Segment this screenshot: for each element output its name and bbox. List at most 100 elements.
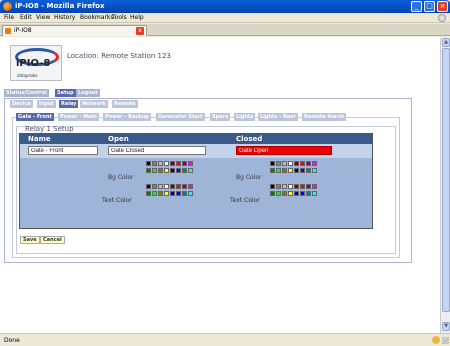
color-swatch[interactable] [164, 168, 169, 173]
relay-tab-lights[interactable]: Lights [234, 113, 256, 121]
close-window-button[interactable]: × [437, 1, 448, 12]
color-swatch[interactable] [312, 161, 317, 166]
color-swatch[interactable] [282, 184, 287, 189]
color-swatch[interactable] [158, 161, 163, 166]
color-swatch[interactable] [294, 168, 299, 173]
cancel-button[interactable]: Cancel [40, 236, 65, 244]
maximize-button[interactable]: □ [424, 1, 435, 12]
relay-tab-remote-alarm[interactable]: Remote Alarm [302, 113, 347, 121]
color-swatch[interactable] [170, 184, 175, 189]
color-swatch[interactable] [312, 168, 317, 173]
color-swatch[interactable] [312, 184, 317, 189]
color-swatch[interactable] [182, 161, 187, 166]
vertical-scrollbar[interactable]: ▲ ▼ [440, 37, 450, 333]
menu-edit[interactable]: Edit [20, 14, 32, 21]
color-swatch[interactable] [288, 161, 293, 166]
relay-tab-power-main[interactable]: Power - Main [58, 113, 99, 121]
relay-tab-power-backup[interactable]: Power - Backup [103, 113, 151, 121]
resize-grip-icon[interactable] [442, 337, 449, 344]
color-swatch[interactable] [270, 191, 275, 196]
tab-close-button[interactable]: x [136, 27, 144, 35]
color-swatch[interactable] [294, 161, 299, 166]
save-button[interactable]: Save [20, 236, 40, 244]
color-swatch[interactable] [182, 184, 187, 189]
minimize-button[interactable]: _ [411, 1, 422, 12]
color-swatch[interactable] [276, 184, 281, 189]
menu-view[interactable]: View [36, 14, 50, 21]
color-swatch[interactable] [270, 161, 275, 166]
color-swatch[interactable] [170, 191, 175, 196]
color-swatch[interactable] [300, 184, 305, 189]
color-swatch[interactable] [300, 168, 305, 173]
color-swatch[interactable] [306, 161, 311, 166]
color-swatch[interactable] [282, 191, 287, 196]
color-swatch[interactable] [306, 191, 311, 196]
color-swatch[interactable] [176, 191, 181, 196]
color-swatch[interactable] [270, 184, 275, 189]
relay-tab-gate-front[interactable]: Gate - Front [16, 113, 54, 121]
closed-label-input[interactable] [236, 146, 332, 155]
menu-bookmarks[interactable]: Bookmarks [80, 14, 114, 21]
color-swatch[interactable] [170, 168, 175, 173]
color-swatch[interactable] [306, 184, 311, 189]
color-swatch[interactable] [152, 191, 157, 196]
color-swatch[interactable] [294, 191, 299, 196]
tab-relay[interactable]: Relay [59, 100, 79, 108]
color-swatch[interactable] [270, 168, 275, 173]
scroll-down-icon[interactable]: ▼ [442, 322, 450, 331]
color-swatch[interactable] [294, 184, 299, 189]
color-swatch[interactable] [146, 168, 151, 173]
color-swatch[interactable] [276, 168, 281, 173]
color-swatch[interactable] [146, 191, 151, 196]
color-swatch[interactable] [188, 161, 193, 166]
color-swatch[interactable] [282, 161, 287, 166]
nav-status-control[interactable]: Status/Control [4, 89, 49, 97]
color-swatch[interactable] [146, 184, 151, 189]
color-swatch[interactable] [182, 168, 187, 173]
scroll-thumb[interactable] [442, 48, 450, 312]
menu-tools[interactable]: Tools [112, 14, 127, 21]
relay-tab-spare[interactable]: Spare [210, 113, 231, 121]
color-swatch[interactable] [164, 161, 169, 166]
color-swatch[interactable] [182, 191, 187, 196]
open-label-input[interactable] [108, 146, 206, 155]
color-swatch[interactable] [158, 168, 163, 173]
nav-logout[interactable]: Logout [76, 89, 100, 97]
color-swatch[interactable] [288, 184, 293, 189]
relay-tab-lights-rear[interactable]: Lights - Rear [258, 113, 299, 121]
scroll-up-icon[interactable]: ▲ [442, 38, 450, 47]
tab-input[interactable]: Input [37, 100, 56, 108]
color-swatch[interactable] [152, 184, 157, 189]
color-swatch[interactable] [300, 191, 305, 196]
nav-setup[interactable]: Setup [55, 89, 76, 97]
color-swatch[interactable] [282, 168, 287, 173]
relay-name-input[interactable] [28, 146, 98, 155]
color-swatch[interactable] [300, 161, 305, 166]
color-swatch[interactable] [276, 191, 281, 196]
color-swatch[interactable] [176, 184, 181, 189]
tab-device[interactable]: Device [10, 100, 33, 108]
color-swatch[interactable] [158, 184, 163, 189]
color-swatch[interactable] [188, 168, 193, 173]
color-swatch[interactable] [170, 161, 175, 166]
color-swatch[interactable] [288, 168, 293, 173]
color-swatch[interactable] [176, 168, 181, 173]
color-swatch[interactable] [188, 184, 193, 189]
color-swatch[interactable] [188, 191, 193, 196]
color-swatch[interactable] [158, 191, 163, 196]
color-swatch[interactable] [152, 168, 157, 173]
color-swatch[interactable] [312, 191, 317, 196]
color-swatch[interactable] [146, 161, 151, 166]
color-swatch[interactable] [164, 191, 169, 196]
color-swatch[interactable] [176, 161, 181, 166]
tab-network[interactable]: Network [80, 100, 108, 108]
browser-tab[interactable]: iP-IO8 x [2, 25, 147, 36]
color-swatch[interactable] [276, 161, 281, 166]
color-swatch[interactable] [164, 184, 169, 189]
color-swatch[interactable] [306, 168, 311, 173]
menu-history[interactable]: History [54, 14, 75, 21]
menu-help[interactable]: Help [130, 14, 144, 21]
tab-remote[interactable]: Remote [112, 100, 138, 108]
relay-tab-generator-start[interactable]: Generator Start [156, 113, 205, 121]
color-swatch[interactable] [152, 161, 157, 166]
